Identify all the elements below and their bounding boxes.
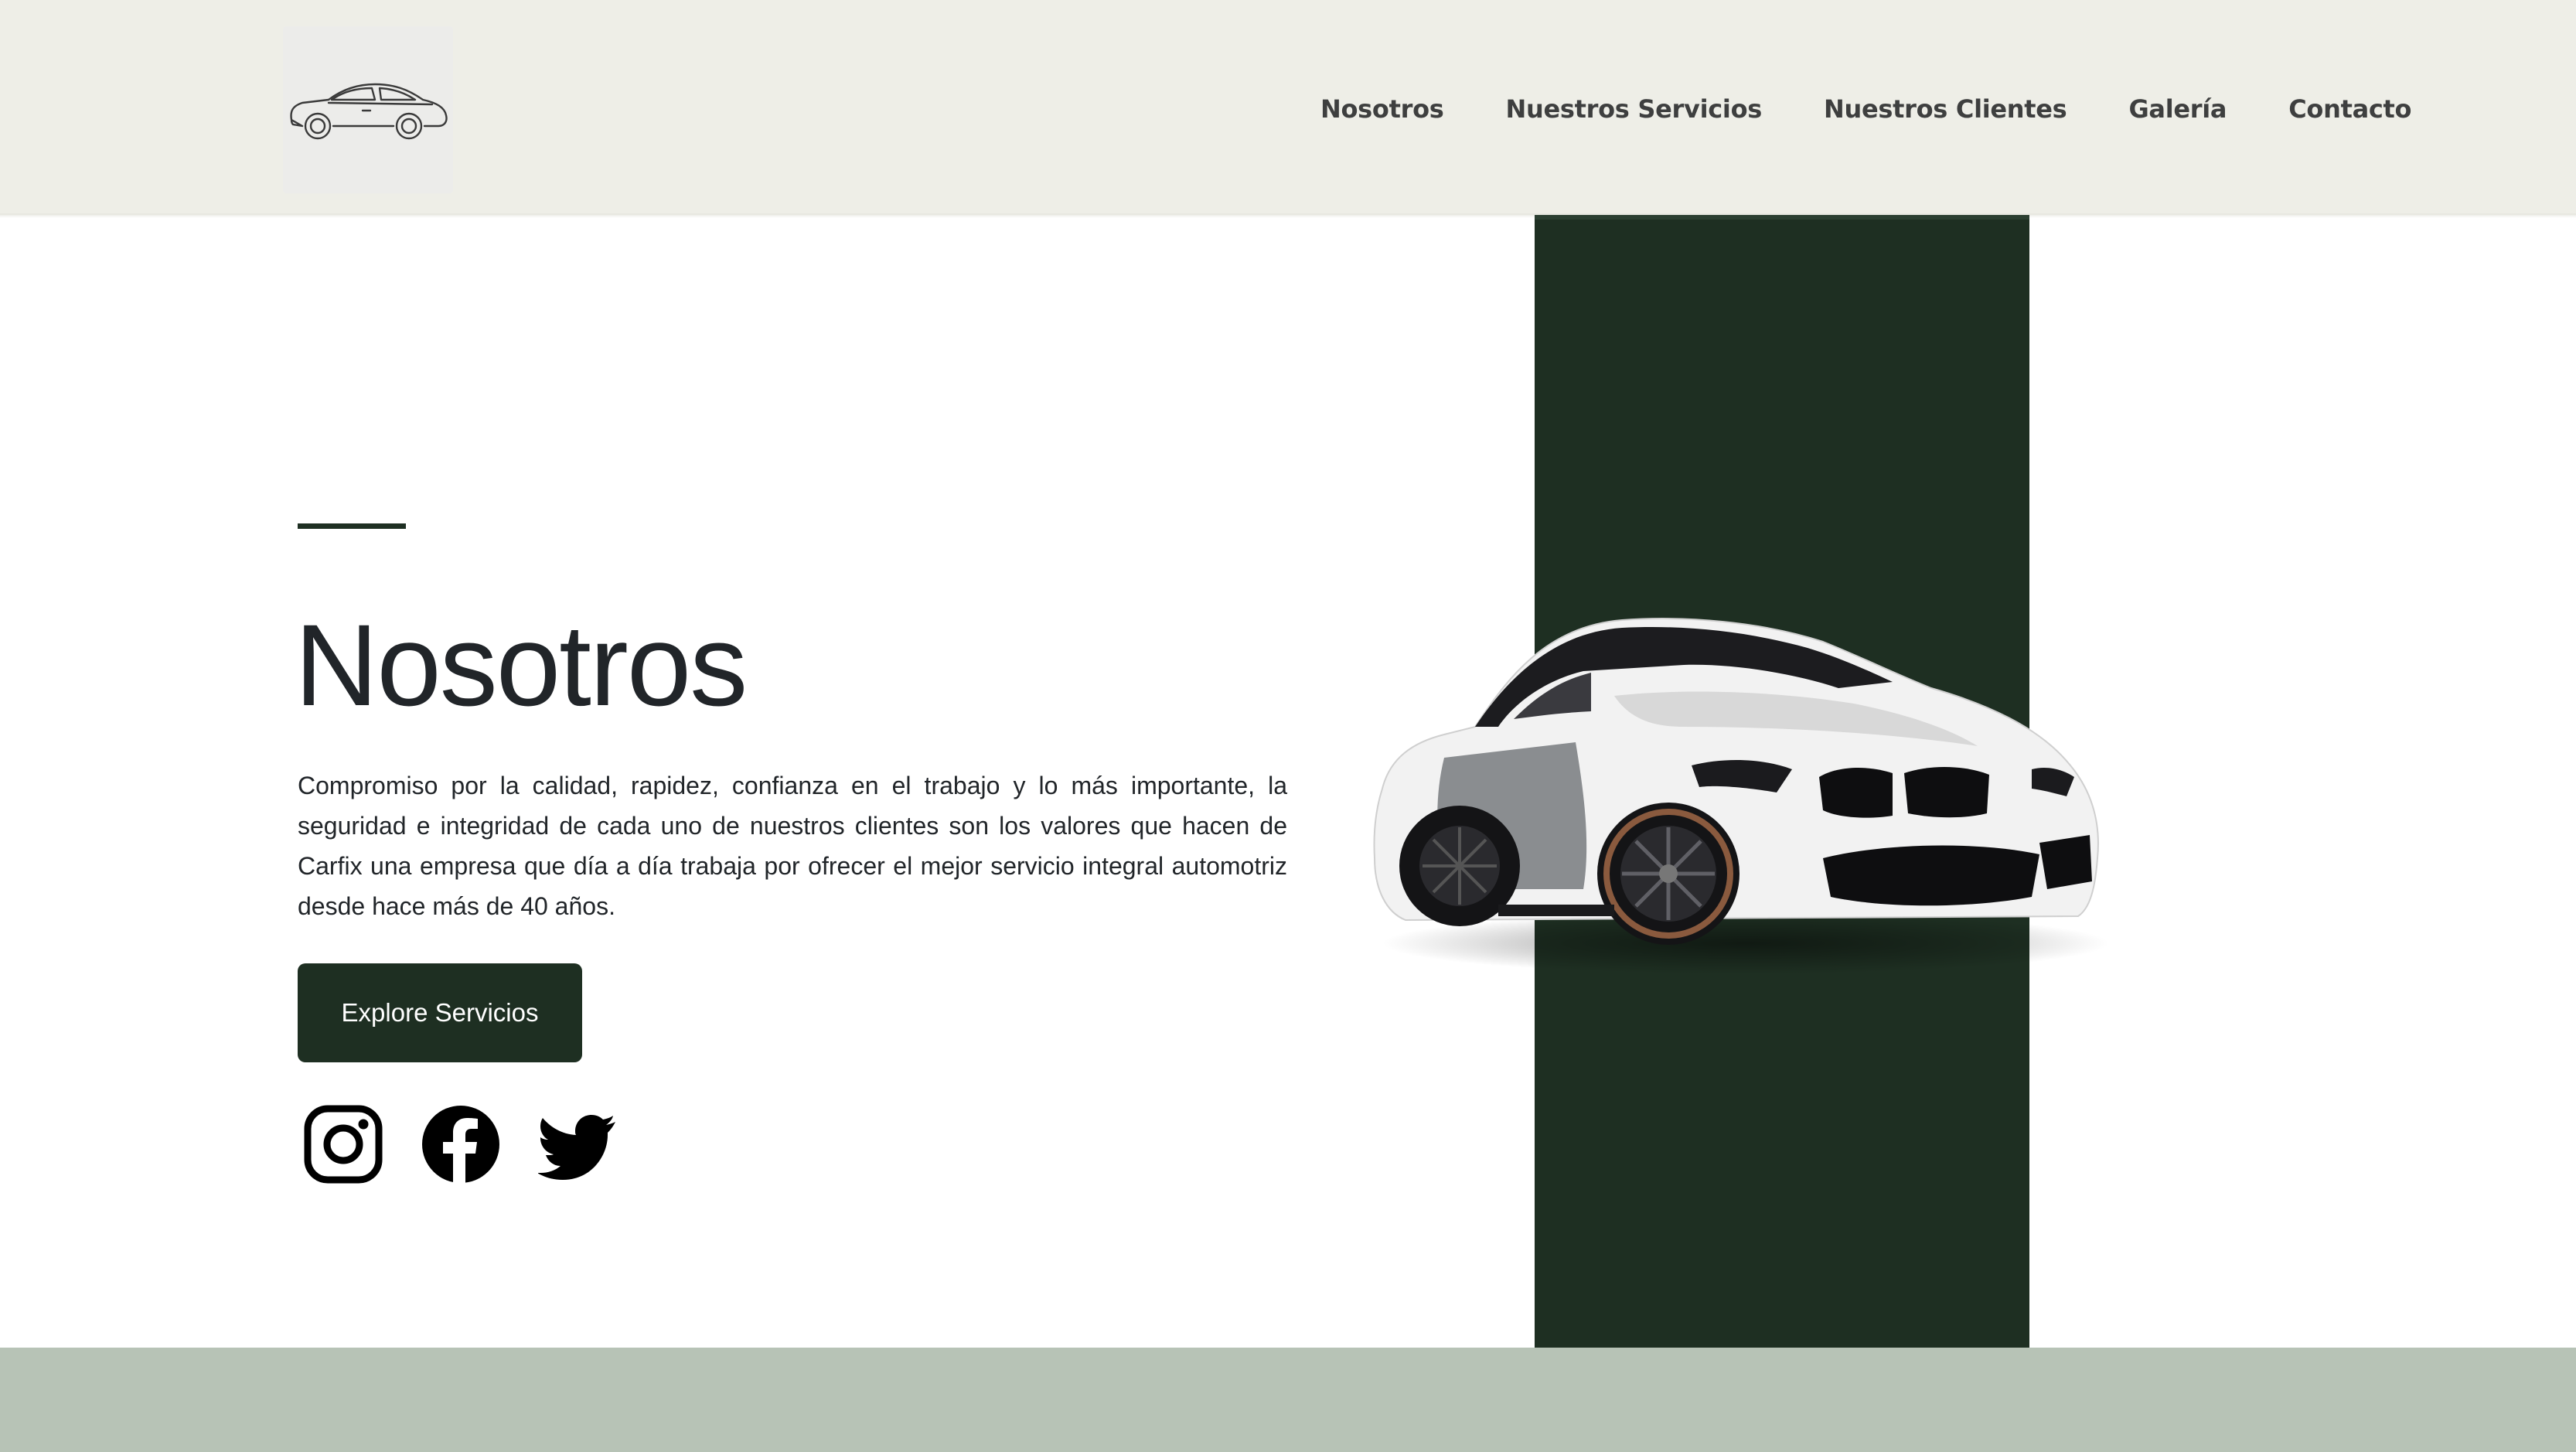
nav-link-galeria[interactable]: Galería <box>2128 94 2227 124</box>
page-title: Nosotros <box>295 600 748 730</box>
nav-link-nuestros-clientes[interactable]: Nuestros Clientes <box>1824 94 2067 124</box>
twitter-icon <box>538 1115 615 1180</box>
facebook-icon <box>422 1106 499 1184</box>
hero-green-band-top-edge <box>1535 215 2029 220</box>
logo-link[interactable] <box>283 26 453 193</box>
nav-link-nuestros-servicios[interactable]: Nuestros Servicios <box>1506 94 1763 124</box>
footer-strip <box>0 1348 2576 1452</box>
title-accent-line <box>298 523 406 529</box>
explore-services-button[interactable]: Explore Servicios <box>298 963 582 1062</box>
social-links <box>303 1104 656 1184</box>
instagram-link[interactable] <box>303 1104 383 1184</box>
nav-link-nosotros[interactable]: Nosotros <box>1320 94 1444 124</box>
main-nav: Nosotros Nuestros Servicios Nuestros Cli… <box>1320 90 2412 128</box>
facebook-link[interactable] <box>421 1104 501 1184</box>
instagram-icon <box>304 1105 383 1184</box>
sports-car-image <box>1373 618 2109 974</box>
nav-link-contacto[interactable]: Contacto <box>2288 94 2411 124</box>
twitter-link[interactable] <box>538 1104 618 1184</box>
site-header: Nosotros Nuestros Servicios Nuestros Cli… <box>0 0 2576 215</box>
car-logo-icon <box>290 83 448 140</box>
header-shadow <box>0 213 2576 218</box>
hero-description: Compromiso por la calidad, rapidez, conf… <box>298 772 1287 920</box>
